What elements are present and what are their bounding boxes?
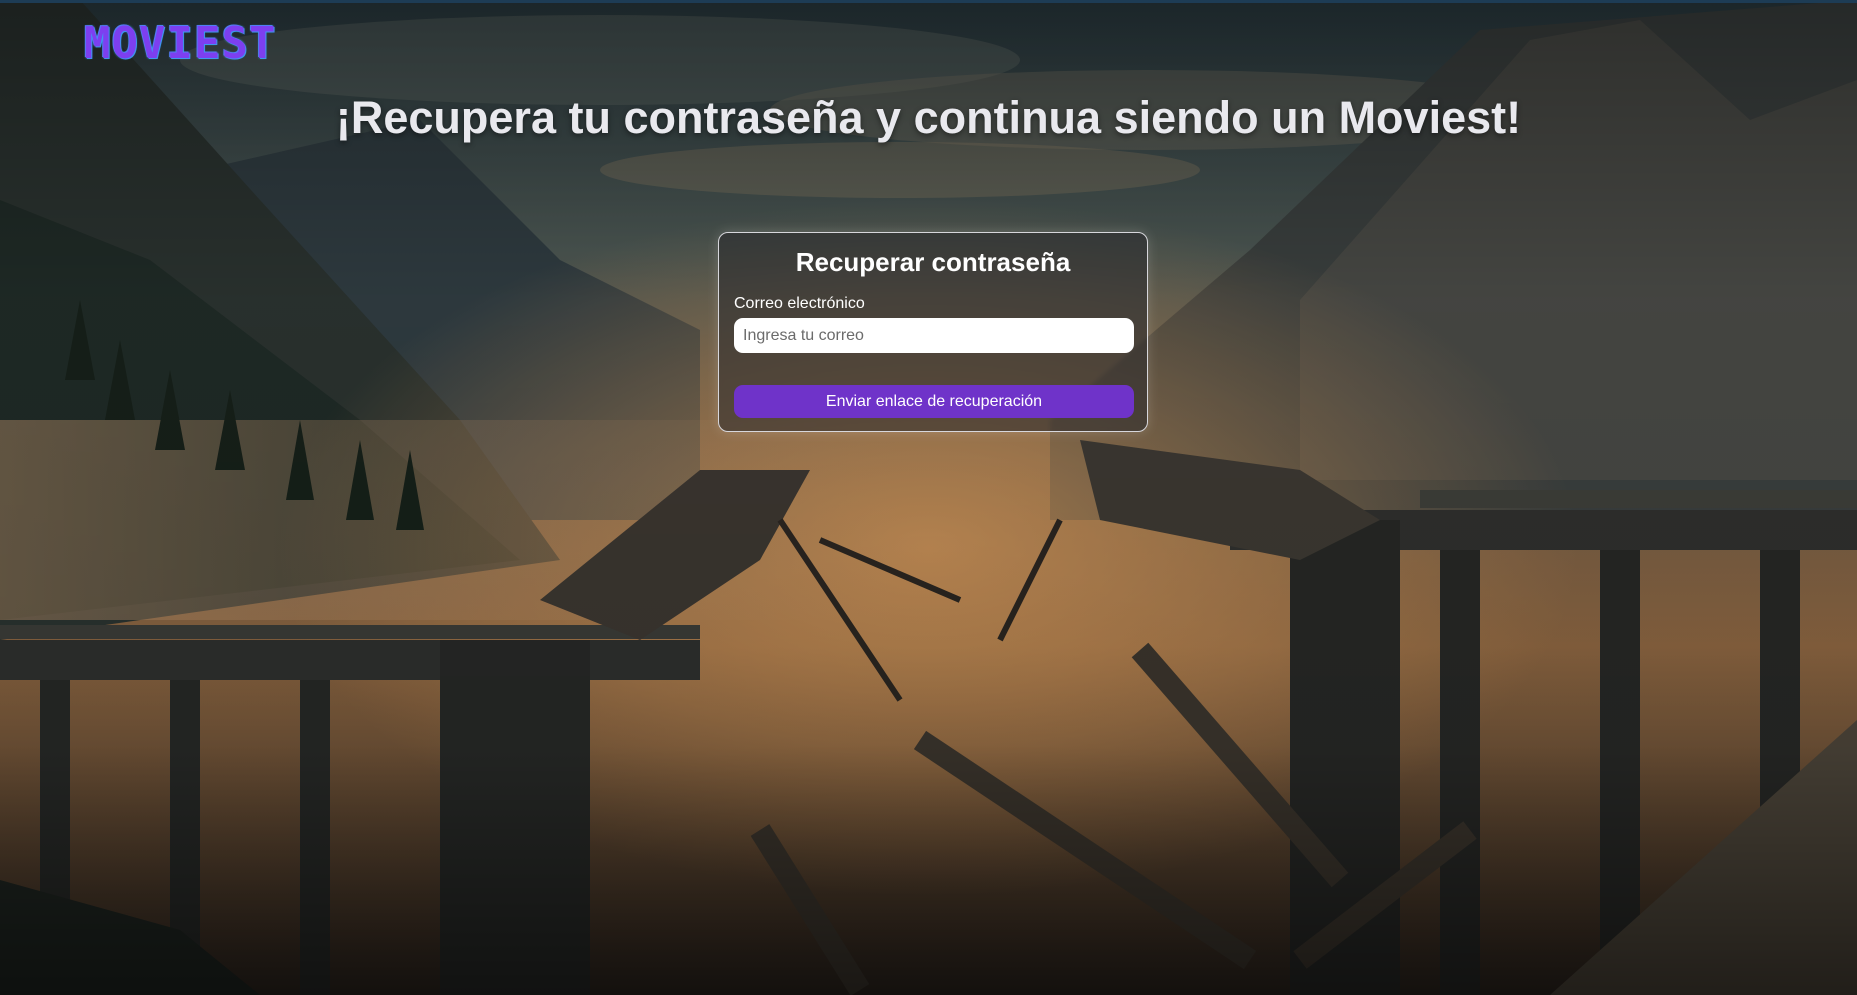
- email-input[interactable]: [734, 318, 1134, 353]
- recovery-form-card: Recuperar contraseña Correo electrónico …: [718, 232, 1148, 432]
- page-headline: ¡Recupera tu contraseña y continua siend…: [335, 92, 1522, 143]
- background-image: [0, 0, 1857, 995]
- send-recovery-link-button[interactable]: Enviar enlace de recuperación: [734, 385, 1134, 418]
- email-label: Correo electrónico: [734, 295, 865, 312]
- password-recovery-page: MOVIEST ¡Recupera tu contraseña y contin…: [0, 0, 1857, 995]
- form-title: Recuperar contraseña: [795, 247, 1071, 277]
- moviest-logo[interactable]: MOVIEST: [84, 22, 276, 66]
- top-border: [0, 0, 1857, 3]
